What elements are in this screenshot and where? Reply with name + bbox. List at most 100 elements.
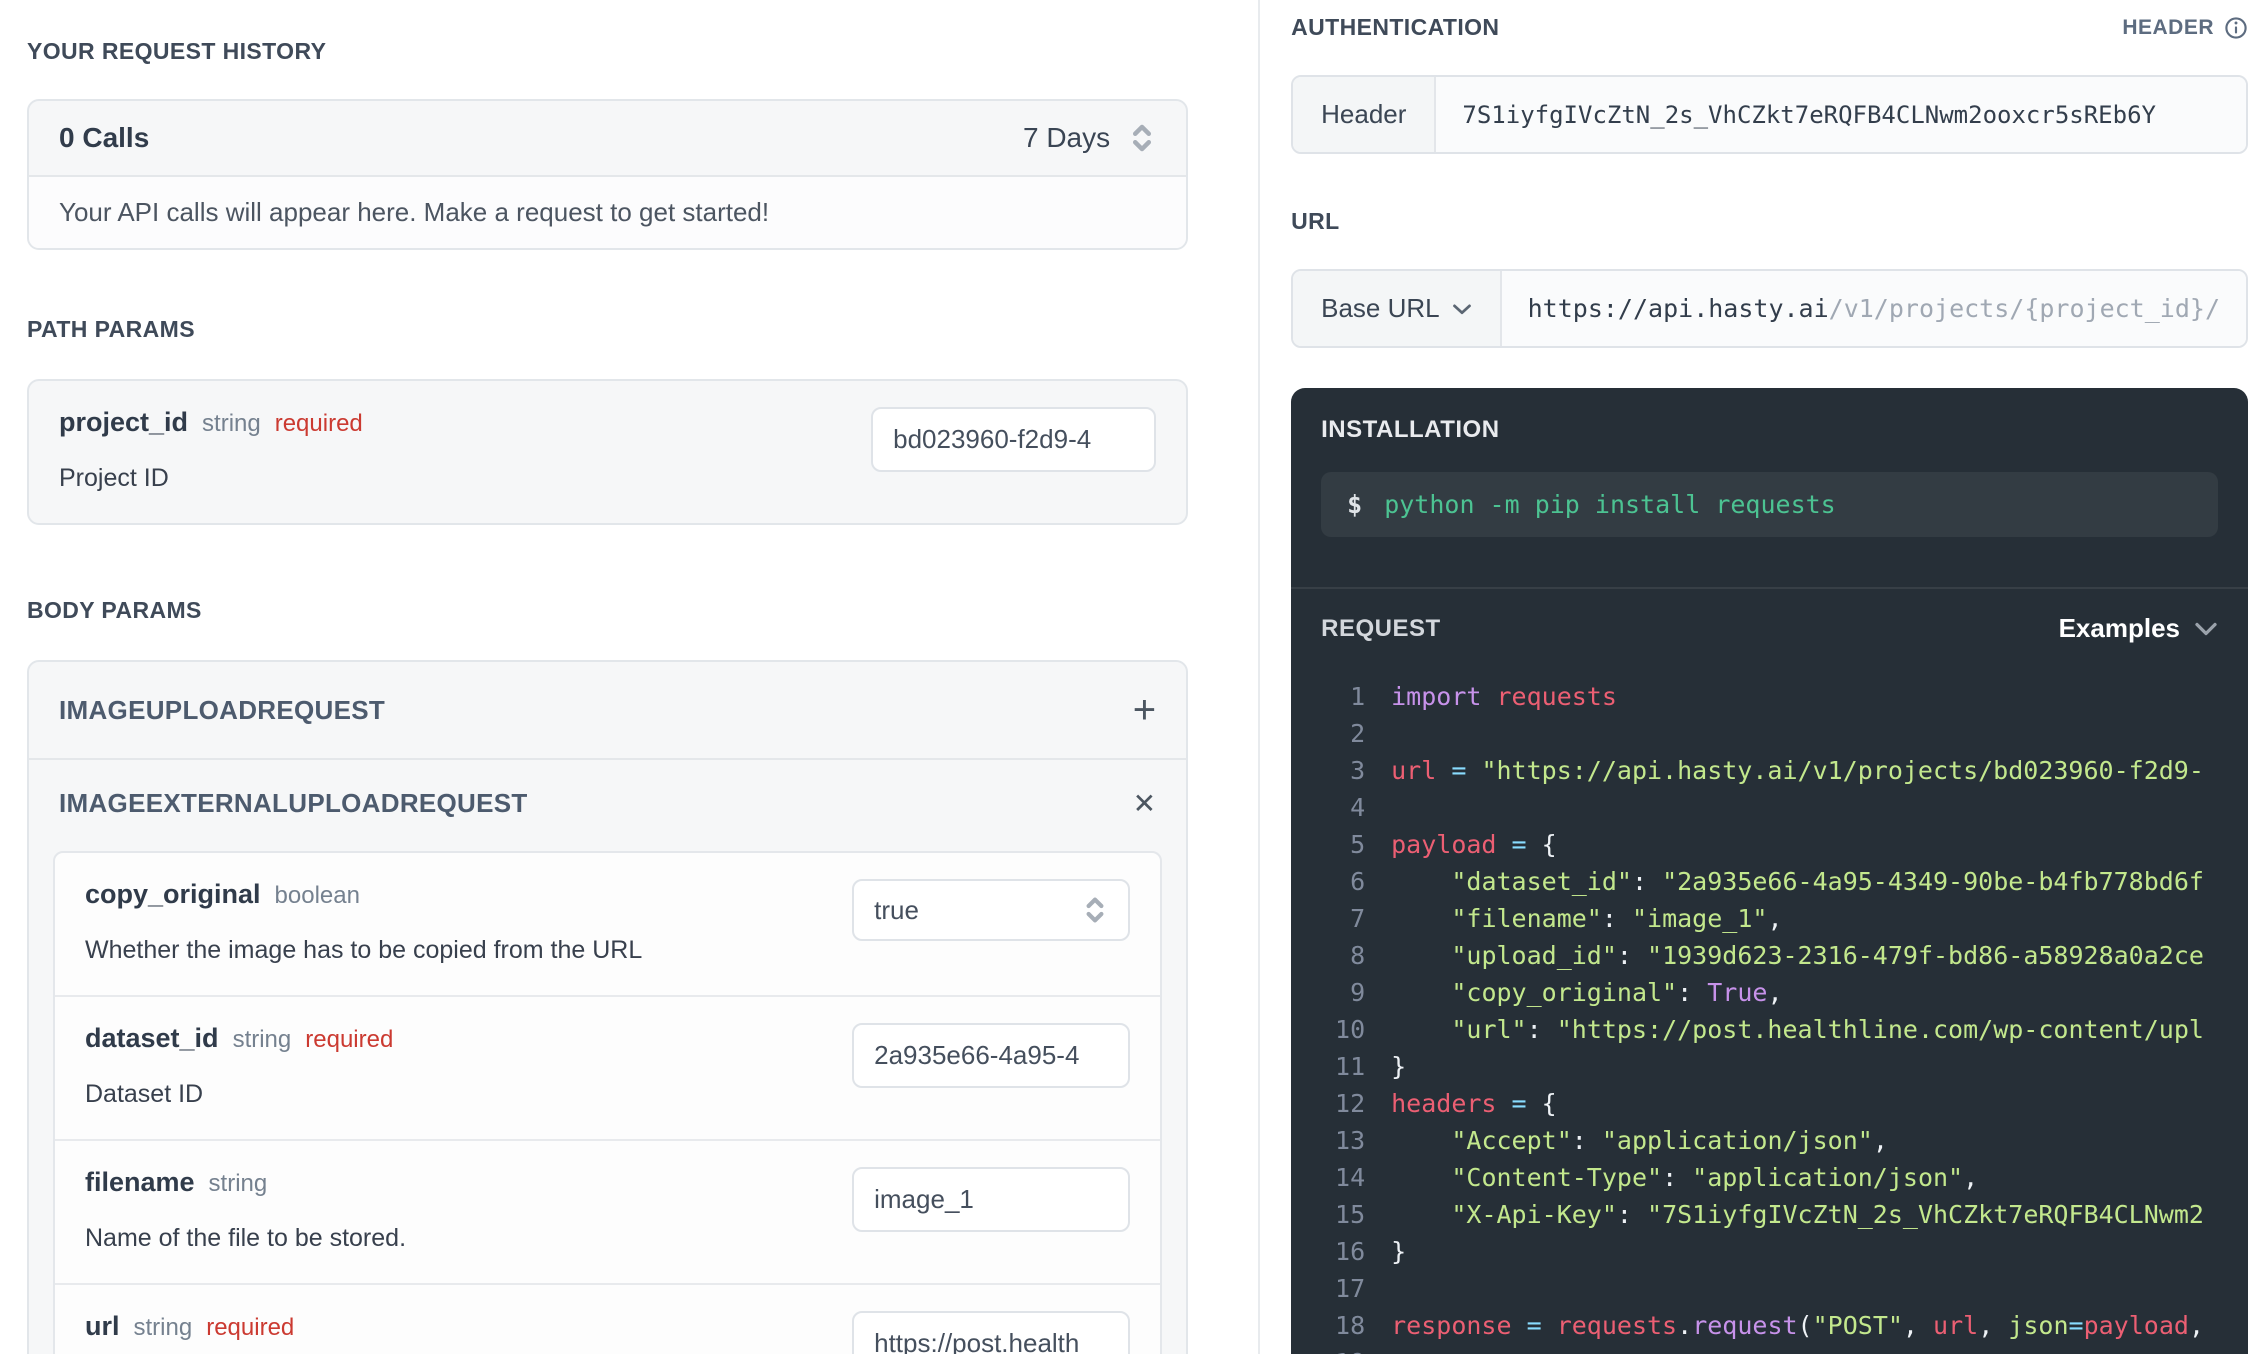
code-text: headers = {: [1391, 1089, 1557, 1118]
field-type: string: [232, 1026, 292, 1053]
line-number: 14: [1335, 1163, 1366, 1192]
line-number: 16: [1335, 1237, 1366, 1266]
code-line: 8 "upload_id": "1939d623-2316-479f-bd86-…: [1321, 937, 2248, 974]
code-panel: INSTALLATION $ python -m pip install req…: [1291, 388, 2248, 1354]
line-number: 15: [1335, 1200, 1366, 1229]
remove-schema-icon[interactable]: ✕: [1133, 789, 1156, 818]
auth-mode-toggle[interactable]: HEADER: [2122, 16, 2248, 40]
code-line: 10 "url": "https://post.healthline.com/w…: [1321, 1011, 2248, 1048]
code-line: 1 import requests: [1321, 678, 2248, 715]
path-param-info: project_id string required Project ID: [59, 407, 363, 493]
filename-input[interactable]: image_1: [852, 1167, 1131, 1232]
field-name: dataset_id: [85, 1023, 219, 1053]
code-line: 13 "Accept": "application/json",: [1321, 1122, 2248, 1159]
base-url-select[interactable]: Base URL: [1293, 271, 1502, 346]
code-line: 2: [1321, 715, 2248, 752]
chevron-down-icon: [1452, 302, 1472, 316]
schema-label: IMAGEUPLOADREQUEST: [59, 694, 386, 725]
history-range-value: 7 Days: [1022, 122, 1111, 153]
code-text: import requests: [1391, 682, 1617, 711]
code-column: AUTHENTICATION HEADER Header 7S1iyfgIVcZ…: [1260, 0, 2264, 1354]
code-lines: 1 import requests 2 3 url = "https://api.has…: [1291, 668, 2248, 1354]
schema-fields-card: copy_original boolean Whether the image …: [53, 851, 1163, 1354]
param-type: string: [202, 410, 261, 437]
path-params-card: project_id string required Project ID bd…: [27, 379, 1189, 525]
code-text: "X-Api-Key": "7S1iyfgIVcZtN_2s_VhCZkt7eR…: [1451, 1200, 2204, 1229]
history-empty-message: Your API calls will appear here. Make a …: [29, 175, 1187, 248]
field-description: Whether the image has to be copied from …: [85, 936, 643, 964]
select-chevrons-icon: [1082, 894, 1108, 926]
examples-label: Examples: [2058, 613, 2180, 643]
install-command-box[interactable]: $ python -m pip install requests: [1321, 472, 2218, 537]
examples-dropdown[interactable]: Examples: [2059, 613, 2218, 644]
line-number: 12: [1335, 1089, 1366, 1118]
install-command: python -m pip install requests: [1384, 490, 1836, 519]
code-text: "upload_id": "1939d623-2316-479f-bd86-a5…: [1451, 941, 2204, 970]
request-history-title: YOUR REQUEST HISTORY: [27, 38, 327, 64]
code-text: "filename": "image_1",: [1451, 904, 1783, 933]
body-field-url: url string required URL for external ima…: [55, 1283, 1161, 1354]
sort-chevrons-icon: [1128, 121, 1156, 155]
field-description: Dataset ID: [85, 1080, 204, 1108]
code-line: 11}: [1321, 1048, 2248, 1085]
field-name: url: [85, 1311, 120, 1341]
authentication-header-row: AUTHENTICATION HEADER: [1291, 14, 2248, 41]
field-info: url string required URL for external ima…: [85, 1311, 430, 1354]
body-params-card: IMAGEUPLOADREQUEST + IMAGEEXTERNALUPLOAD…: [27, 660, 1189, 1354]
param-name: project_id: [59, 407, 189, 437]
auth-header-group: Header 7S1iyfgIVcZtN_2s_VhCZkt7eRQFB4CLN…: [1291, 75, 2248, 154]
code-line: 4: [1321, 789, 2248, 826]
param-required-badge: required: [274, 410, 363, 437]
line-number: 1: [1350, 682, 1366, 711]
url-input[interactable]: https://post.health: [852, 1311, 1131, 1354]
code-line: 9 "copy_original": True,: [1321, 974, 2248, 1011]
schema-label: IMAGEEXTERNALUPLOADREQUEST: [59, 788, 528, 818]
code-line: 12 headers = {: [1321, 1085, 2248, 1122]
field-required-badge: required: [305, 1026, 394, 1053]
line-number: 11: [1335, 1052, 1366, 1081]
line-number: 8: [1350, 941, 1366, 970]
api-key-input[interactable]: 7S1iyfgIVcZtN_2s_VhCZkt7eRQFB4CLNwm2ooxc…: [1436, 77, 2246, 152]
line-number: 4: [1350, 793, 1366, 822]
line-number: 18: [1335, 1311, 1366, 1340]
code-text: "Accept": "application/json",: [1451, 1126, 1888, 1155]
code-text: url = "https://api.hasty.ai/v1/projects/…: [1391, 756, 2204, 785]
history-range-select[interactable]: 7 Days: [1023, 121, 1156, 155]
field-type: string: [208, 1170, 268, 1197]
field-type: boolean: [274, 882, 360, 909]
code-line: 16}: [1321, 1233, 2248, 1270]
code-line: 15 "X-Api-Key": "7S1iyfgIVcZtN_2s_VhCZkt…: [1321, 1196, 2248, 1233]
line-number: 10: [1335, 1015, 1366, 1044]
url-base-part: https://api.hasty.ai: [1527, 294, 1829, 323]
auth-key-label: Header: [1293, 77, 1437, 152]
request-section-header: REQUEST Examples: [1291, 587, 2248, 668]
line-number: 19: [1321, 1344, 1365, 1354]
line-number: 9: [1350, 978, 1366, 1007]
body-field-filename: filename string Name of the file to be s…: [55, 1139, 1161, 1283]
code-text: "url": "https://post.healthline.com/wp-c…: [1451, 1015, 2204, 1044]
add-schema-icon[interactable]: +: [1133, 690, 1156, 730]
line-number: 13: [1335, 1126, 1366, 1155]
api-console-page: YOUR REQUEST HISTORY 0 Calls 7 Days Your…: [0, 0, 2264, 1354]
code-line: 14 "Content-Type": "application/json",: [1321, 1159, 2248, 1196]
project-id-input[interactable]: bd023960-f2d9-4: [871, 407, 1157, 472]
code-line: 3 url = "https://api.hasty.ai/v1/projects…: [1321, 752, 2248, 789]
line-number: 17: [1335, 1274, 1366, 1303]
chevron-down-icon: [2194, 621, 2218, 637]
copy-original-select[interactable]: true: [852, 879, 1131, 941]
field-info: copy_original boolean Whether the image …: [85, 879, 642, 965]
code-text: "copy_original": True,: [1451, 978, 1783, 1007]
param-description: Project ID: [59, 464, 169, 492]
body-params-title: BODY PARAMS: [27, 597, 202, 623]
dataset-id-input[interactable]: 2a935e66-4a95-4: [852, 1023, 1131, 1088]
copy-original-value: true: [874, 894, 919, 925]
code-text: "dataset_id": "2a935e66-4a95-4349-90be-b…: [1451, 867, 2204, 896]
url-path-part: /v1/projects/{project_id}/: [1828, 294, 2220, 323]
line-number: 7: [1350, 904, 1366, 933]
auth-mode-label: HEADER: [2122, 15, 2214, 39]
code-line: 18 response = requests.request("POST", ur…: [1321, 1307, 2248, 1344]
field-info: dataset_id string required Dataset ID: [85, 1023, 393, 1109]
field-name: copy_original: [85, 879, 261, 909]
schema-row-imageuploadrequest: IMAGEUPLOADREQUEST +: [29, 662, 1186, 758]
code-line: 7 "filename": "image_1",: [1321, 900, 2248, 937]
